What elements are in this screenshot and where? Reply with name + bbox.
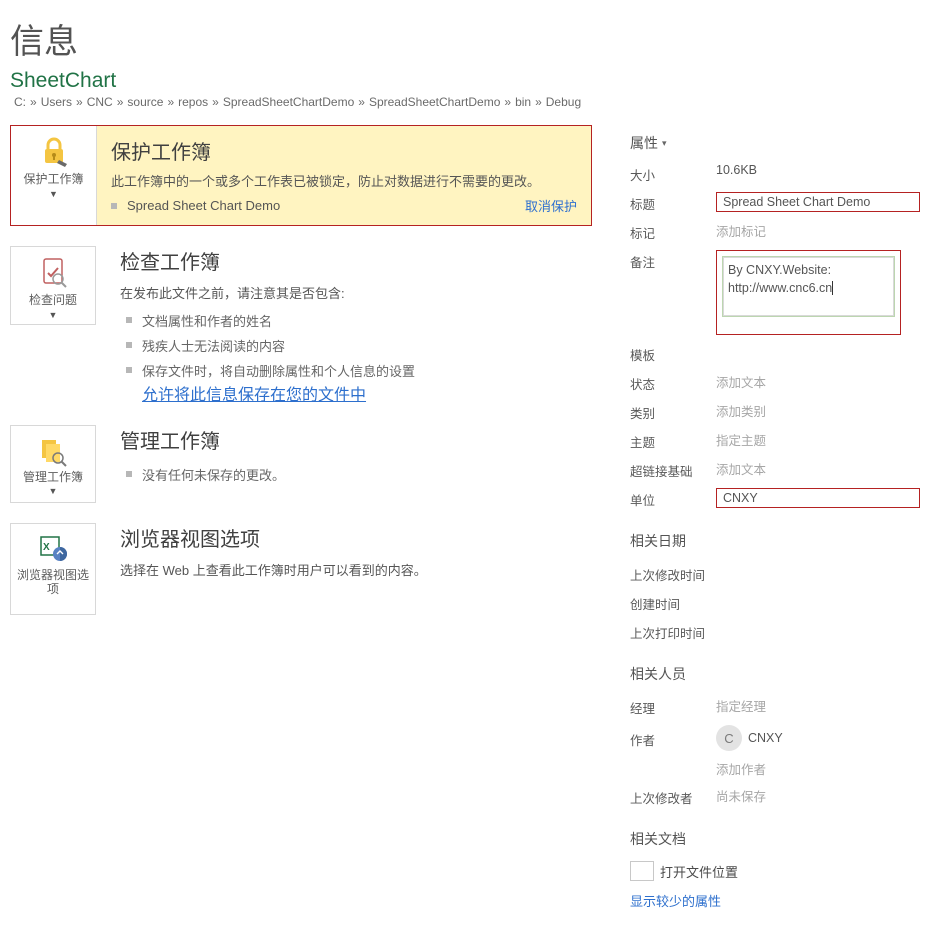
prop-author-value[interactable]: C CNXY <box>716 725 920 751</box>
manage-bullets: 没有任何未保存的更改。 <box>120 462 600 487</box>
browser-view-label: 浏览器视图选项 <box>13 568 93 597</box>
inspect-icon <box>36 255 70 289</box>
related-dates-heading: 相关日期 <box>630 531 920 551</box>
properties-heading[interactable]: 属性▾ <box>630 133 920 153</box>
show-fewer-props-link[interactable]: 显示较少的属性 <box>630 891 920 910</box>
manage-title: 管理工作簿 <box>120 425 600 454</box>
related-people-heading: 相关人员 <box>630 664 920 684</box>
page-title: 信息 <box>10 14 929 63</box>
breadcrumb-segment[interactable]: source <box>127 95 163 109</box>
browser-view-icon: X <box>36 532 70 566</box>
breadcrumb-segment[interactable]: repos <box>178 95 208 109</box>
breadcrumb-segment[interactable]: C: <box>14 95 26 109</box>
chevron-down-icon: ▾ <box>662 138 667 149</box>
check-issues-label: 检查问题 <box>29 291 77 308</box>
browser-view-desc: 选择在 Web 上查看此工作簿时用户可以看到的内容。 <box>120 560 600 579</box>
inspect-bullets: 文档属性和作者的姓名残疾人士无法阅读的内容保存文件时，将自动删除属性和个人信息的… <box>120 308 600 383</box>
prop-status-value[interactable]: 添加文本 <box>716 372 920 391</box>
protect-desc: 此工作簿中的一个或多个工作表已被锁定，防止对数据进行不需要的更改。 <box>111 171 577 190</box>
prop-size-value: 10.6KB <box>716 163 920 177</box>
inspect-desc: 在发布此文件之前，请注意其是否包含: <box>120 283 600 302</box>
prop-tags-label: 标记 <box>630 221 716 242</box>
related-docs-heading: 相关文档 <box>630 829 920 849</box>
browser-view-button[interactable]: X 浏览器视图选项 <box>10 523 96 615</box>
svg-text:X: X <box>43 542 50 553</box>
allow-save-link[interactable]: 允许将此信息保存在您的文件中 <box>142 387 366 404</box>
breadcrumb-segment[interactable]: CNC <box>87 95 113 109</box>
check-issues-button[interactable]: 检查问题 ▼ <box>10 246 96 325</box>
protect-workbook-label: 保护工作簿 <box>23 170 83 187</box>
list-item: 没有任何未保存的更改。 <box>120 462 600 487</box>
breadcrumb-segment[interactable]: Debug <box>546 95 581 109</box>
prop-size-label: 大小 <box>630 163 716 184</box>
avatar: C <box>716 725 742 751</box>
prop-modified-label: 上次修改时间 <box>630 563 730 584</box>
prop-hyperlink-label: 超链接基础 <box>630 459 716 480</box>
locked-sheet-name: Spread Sheet Chart Demo <box>111 198 280 213</box>
chevron-down-icon: ▼ <box>49 189 58 199</box>
manage-icon <box>36 434 70 468</box>
list-item: 保存文件时，将自动删除属性和个人信息的设置 <box>120 358 600 383</box>
prop-created-label: 创建时间 <box>630 592 730 613</box>
prop-company-value[interactable]: CNXY <box>716 488 920 508</box>
protect-title: 保护工作簿 <box>111 136 577 165</box>
prop-lastmodby-value: 尚未保存 <box>716 786 920 805</box>
protect-workbook-button[interactable]: 保护工作簿 ▼ <box>11 126 97 225</box>
prop-category-value[interactable]: 添加类别 <box>716 401 920 420</box>
prop-template-label: 模板 <box>630 343 716 364</box>
lock-icon <box>37 134 71 168</box>
manage-workbook-button[interactable]: 管理工作簿 ▼ <box>10 425 96 503</box>
chevron-down-icon: ▼ <box>49 310 58 320</box>
prop-subject-label: 主题 <box>630 430 716 451</box>
prop-status-label: 状态 <box>630 372 716 393</box>
prop-comments-value[interactable]: By CNXY.Website: http://www.cnc6.cn <box>716 250 901 335</box>
prop-manager-value[interactable]: 指定经理 <box>716 696 920 715</box>
breadcrumb-segment[interactable]: bin <box>515 95 531 109</box>
doc-name: SheetChart <box>10 69 929 93</box>
breadcrumb-segment[interactable]: Users <box>41 95 72 109</box>
list-item: 残疾人士无法阅读的内容 <box>120 333 600 358</box>
unprotect-link[interactable]: 取消保护 <box>525 196 577 215</box>
prop-manager-label: 经理 <box>630 696 716 717</box>
prop-lastmodby-label: 上次修改者 <box>630 786 716 807</box>
manage-workbook-label: 管理工作簿 <box>23 470 83 484</box>
prop-title-value[interactable]: Spread Sheet Chart Demo <box>716 192 920 212</box>
prop-author-label: 作者 <box>630 728 716 749</box>
breadcrumb: C: » Users » CNC » source » repos » Spre… <box>14 95 929 109</box>
prop-hyperlink-value[interactable]: 添加文本 <box>716 459 920 478</box>
prop-category-label: 类别 <box>630 401 716 422</box>
add-author[interactable]: 添加作者 <box>716 759 920 778</box>
prop-printed-label: 上次打印时间 <box>630 621 730 642</box>
chevron-down-icon: ▼ <box>49 486 58 496</box>
breadcrumb-segment[interactable]: SpreadSheetChartDemo <box>223 95 354 109</box>
list-item: 文档属性和作者的姓名 <box>120 308 600 333</box>
inspect-title: 检查工作簿 <box>120 246 600 275</box>
protect-workbook-block: 保护工作簿 ▼ 保护工作簿 此工作簿中的一个或多个工作表已被锁定，防止对数据进行… <box>10 125 592 226</box>
open-file-location-button[interactable]: 打开文件位置 <box>630 861 920 881</box>
prop-company-label: 单位 <box>630 488 716 509</box>
prop-subject-value[interactable]: 指定主题 <box>716 430 920 449</box>
folder-icon <box>630 861 654 881</box>
prop-comments-label: 备注 <box>630 250 716 271</box>
browser-view-title: 浏览器视图选项 <box>120 523 600 552</box>
prop-title-label: 标题 <box>630 192 716 213</box>
prop-tags-value[interactable]: 添加标记 <box>716 221 920 240</box>
breadcrumb-segment[interactable]: SpreadSheetChartDemo <box>369 95 500 109</box>
